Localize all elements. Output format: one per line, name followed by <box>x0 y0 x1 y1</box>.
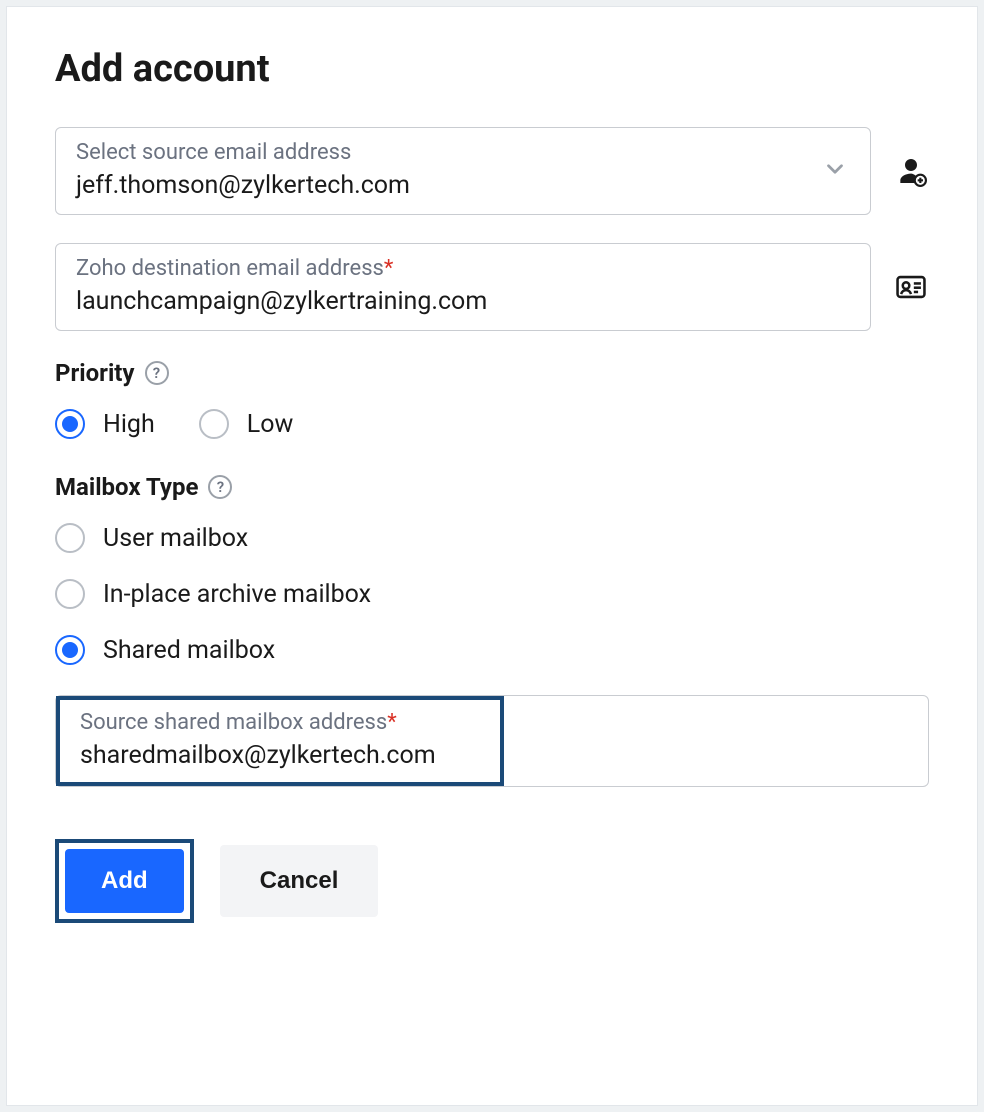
action-buttons: Add Cancel <box>55 839 929 923</box>
required-asterisk: * <box>387 710 396 735</box>
shared-mailbox-row: Source shared mailbox address* <box>55 695 929 787</box>
mailbox-archive-label: In-place archive mailbox <box>103 580 371 609</box>
shared-mailbox-highlight: Source shared mailbox address* <box>56 696 504 786</box>
source-email-value: jeff.thomson@zylkertech.com <box>76 171 850 200</box>
destination-email-label: Zoho destination email address* <box>76 256 850 281</box>
priority-high-radio[interactable]: High <box>55 409 155 439</box>
priority-low-label: Low <box>247 410 294 439</box>
add-button[interactable]: Add <box>65 849 184 913</box>
source-email-label: Select source email address <box>76 140 850 165</box>
source-email-row: Select source email address jeff.thomson… <box>55 127 929 215</box>
page-title: Add account <box>55 47 929 91</box>
address-card-icon[interactable] <box>893 270 929 304</box>
mailbox-shared-radio[interactable]: Shared mailbox <box>55 635 929 665</box>
mailbox-type-section-label: Mailbox Type ? <box>55 473 929 501</box>
mailbox-user-radio[interactable]: User mailbox <box>55 523 929 553</box>
chevron-down-icon <box>822 156 848 186</box>
mailbox-type-options: User mailbox In-place archive mailbox Sh… <box>55 523 929 665</box>
cancel-button[interactable]: Cancel <box>220 845 379 917</box>
priority-section-label: Priority ? <box>55 359 929 387</box>
required-asterisk: * <box>384 256 393 281</box>
mailbox-shared-label: Shared mailbox <box>103 636 275 665</box>
help-icon[interactable]: ? <box>208 475 232 499</box>
destination-email-row: Zoho destination email address* <box>55 243 929 331</box>
add-button-highlight: Add <box>55 839 194 923</box>
priority-high-label: High <box>103 410 155 439</box>
source-email-select[interactable]: Select source email address jeff.thomson… <box>55 127 871 215</box>
priority-options: High Low <box>55 409 929 439</box>
mailbox-archive-radio[interactable]: In-place archive mailbox <box>55 579 929 609</box>
priority-low-radio[interactable]: Low <box>199 409 294 439</box>
add-account-panel: Add account Select source email address … <box>6 6 978 1106</box>
shared-mailbox-label: Source shared mailbox address* <box>80 710 480 735</box>
help-icon[interactable]: ? <box>145 361 169 385</box>
destination-email-input[interactable] <box>76 287 850 316</box>
shared-mailbox-input[interactable] <box>80 741 480 770</box>
mailbox-user-label: User mailbox <box>103 524 248 553</box>
add-user-icon[interactable] <box>893 155 929 187</box>
destination-email-field[interactable]: Zoho destination email address* <box>55 243 871 331</box>
shared-mailbox-field[interactable]: Source shared mailbox address* <box>55 695 929 787</box>
